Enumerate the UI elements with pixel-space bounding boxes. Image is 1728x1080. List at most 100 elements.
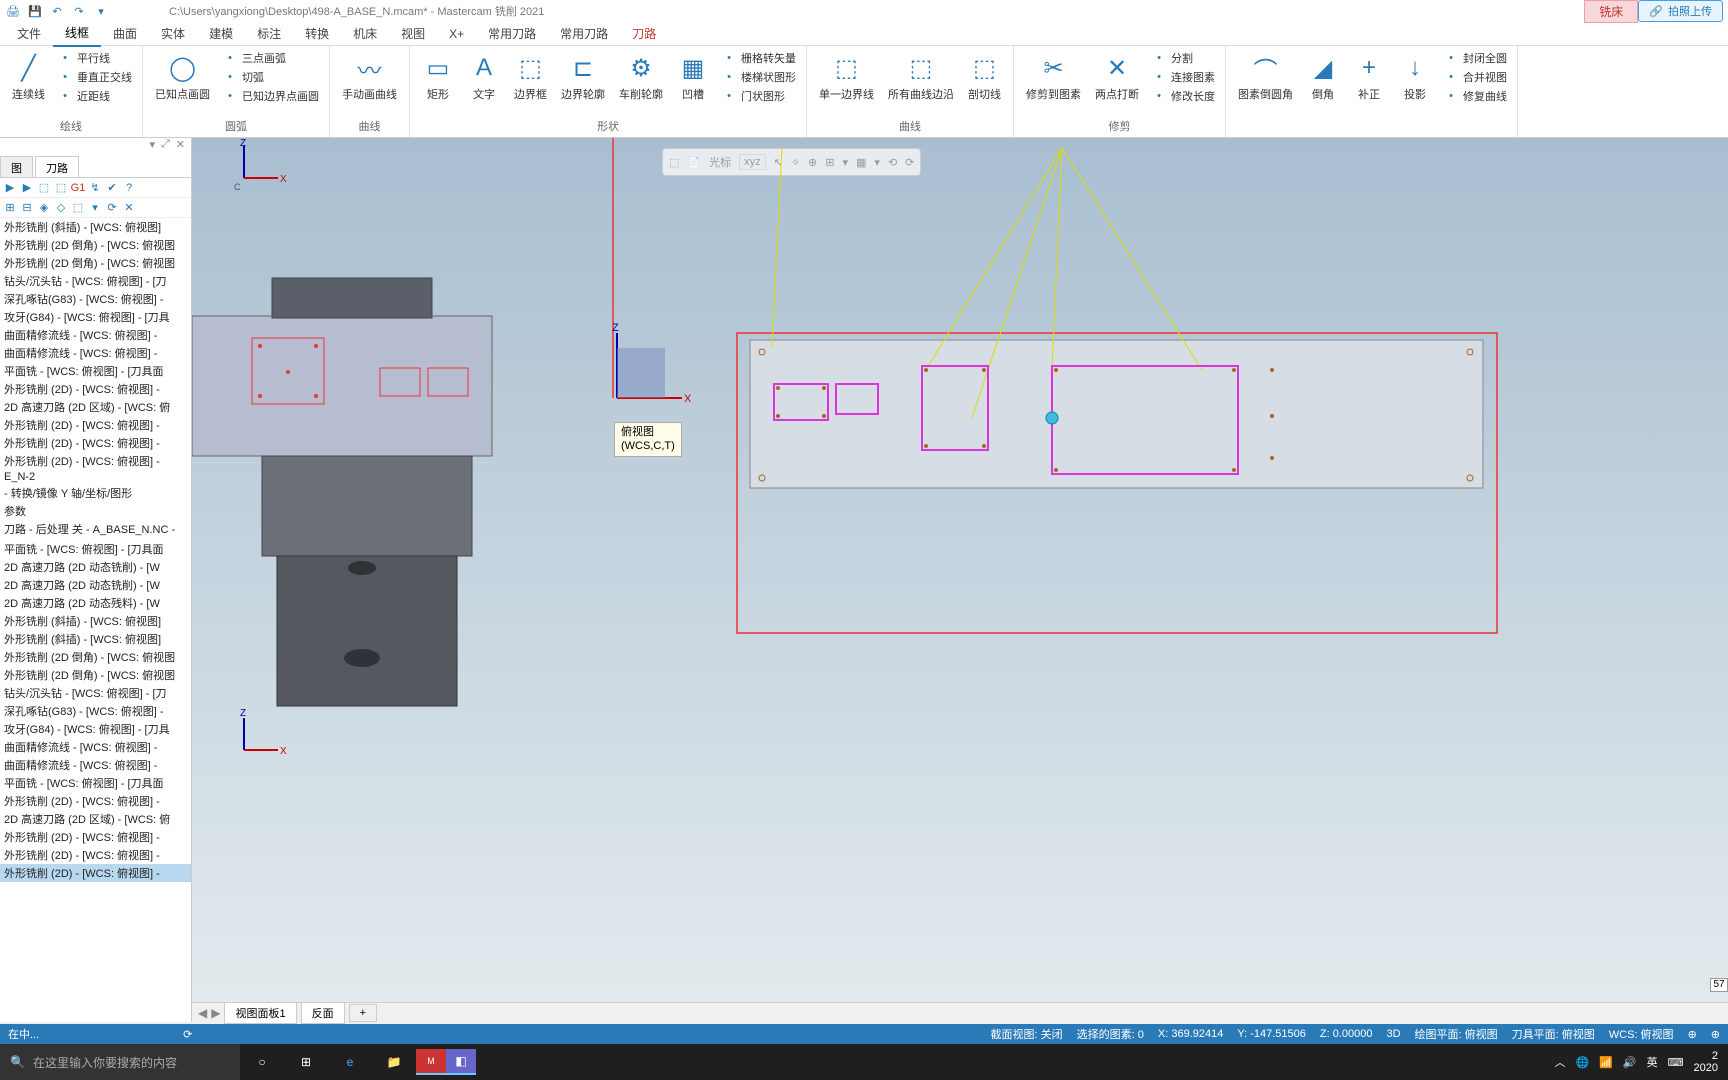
menu-tab-12[interactable]: 刀路 xyxy=(620,21,668,46)
ribbon-small-0-0[interactable]: •平行线 xyxy=(53,49,136,67)
status-section[interactable]: 截面视图: 关闭 xyxy=(991,1026,1063,1042)
tray-sound-icon[interactable]: 🔊 xyxy=(1623,1056,1637,1069)
taskbar-edge-icon[interactable]: e xyxy=(328,1044,372,1080)
pin-icon[interactable]: ⤢ xyxy=(161,138,170,156)
redo-icon[interactable]: ↷ xyxy=(71,3,87,19)
status-wcs[interactable]: WCS: 俯视图 xyxy=(1609,1026,1674,1042)
ribbon-btn-4-1[interactable]: ⬚所有曲线边沿 xyxy=(882,49,960,105)
tb-icon[interactable]: ? xyxy=(122,181,136,195)
operations-list[interactable]: 外形铣削 (斜插) - [WCS: 俯视图] 外形铣削 (2D 倒角) - [WC… xyxy=(0,218,191,1022)
status-tool-plane[interactable]: 刀具平面: 俯视图 xyxy=(1512,1026,1595,1042)
tray-chevron-icon[interactable]: ︿ xyxy=(1555,1054,1566,1070)
status-mode[interactable]: 3D xyxy=(1386,1028,1400,1040)
operation-item[interactable]: 2D 高速刀路 (2D 动态残料) - [W xyxy=(0,594,191,612)
viewport-tab-add[interactable]: + xyxy=(349,1004,377,1022)
operation-item[interactable]: 2D 高速刀路 (2D 动态铣削) - [W xyxy=(0,576,191,594)
ribbon-btn-3-4[interactable]: ⚙车削轮廓 xyxy=(613,49,669,105)
ribbon-btn-6-3[interactable]: ↓投影 xyxy=(1393,49,1437,105)
ribbon-btn-3-2[interactable]: ⬚边界框 xyxy=(508,49,553,105)
operation-item[interactable]: - 转换/镜像 Y 轴/坐标/图形 xyxy=(0,484,191,502)
status-icon[interactable]: ⊕ xyxy=(1688,1028,1697,1041)
panel-tab-toolpath[interactable]: 刀路 xyxy=(35,156,79,177)
tray-network-icon[interactable]: 🌐 xyxy=(1576,1056,1590,1069)
tray-ime[interactable]: 英 xyxy=(1647,1054,1658,1070)
status-icon[interactable]: ⊕ xyxy=(1711,1028,1720,1041)
menu-tab-2[interactable]: 曲面 xyxy=(101,21,149,46)
tb-icon[interactable]: ↯ xyxy=(88,181,102,195)
ribbon-btn-6-2[interactable]: +补正 xyxy=(1347,49,1391,105)
operation-item[interactable]: 参数 xyxy=(0,502,191,520)
operation-item[interactable]: 平面铣 - [WCS: 俯视图] - [刀具面 xyxy=(0,774,191,792)
operation-item[interactable]: 攻牙(G84) - [WCS: 俯视图] - [刀具 xyxy=(0,308,191,326)
ribbon-small-6-2[interactable]: •修复曲线 xyxy=(1439,87,1511,105)
ribbon-small-3-0[interactable]: •栅格转矢量 xyxy=(717,49,800,67)
ribbon-small-5-0[interactable]: •分割 xyxy=(1147,49,1219,67)
operation-item[interactable]: 外形铣削 (斜插) - [WCS: 俯视图] xyxy=(0,218,191,236)
ribbon-btn-5-1[interactable]: ✕两点打断 xyxy=(1089,49,1145,105)
taskbar-mastercam-icon[interactable]: M xyxy=(416,1049,446,1075)
tb-icon[interactable]: ▶ xyxy=(3,181,17,195)
operation-item[interactable]: 曲面精修流线 - [WCS: 俯视图] - xyxy=(0,326,191,344)
taskbar-taskview-icon[interactable]: ⊞ xyxy=(284,1044,328,1080)
operation-item[interactable]: 外形铣削 (2D) - [WCS: 俯视图] - xyxy=(0,434,191,452)
taskbar-app-icon[interactable]: ◧ xyxy=(446,1049,476,1075)
operation-item[interactable]: 刀路 - 后处理 关 - A_BASE_N.NC - xyxy=(0,520,191,538)
tb-icon[interactable]: ✔ xyxy=(105,181,119,195)
dropdown-icon[interactable]: ▾ xyxy=(93,3,109,19)
ribbon-btn-5-0[interactable]: ✂修剪到图素 xyxy=(1020,49,1087,105)
viewport-tab-1[interactable]: 视图面板1 xyxy=(224,1002,296,1024)
menu-tab-7[interactable]: 机床 xyxy=(341,21,389,46)
ribbon-small-0-2[interactable]: •近距线 xyxy=(53,87,136,105)
context-tab-mill[interactable]: 铣床 xyxy=(1584,0,1638,23)
operation-item[interactable]: 外形铣削 (2D) - [WCS: 俯视图] - xyxy=(0,380,191,398)
viewport-tab-2[interactable]: 反面 xyxy=(301,1002,345,1024)
ribbon-small-6-0[interactable]: •封闭全圆 xyxy=(1439,49,1511,67)
system-tray[interactable]: ︿ 🌐 📶 🔊 英 ⌨ 2 2020 xyxy=(1545,1050,1728,1074)
operation-item[interactable]: 深孔啄钻(G83) - [WCS: 俯视图] - xyxy=(0,290,191,308)
tb-icon[interactable]: ⬚ xyxy=(71,201,85,215)
ribbon-small-5-1[interactable]: •连接图素 xyxy=(1147,68,1219,86)
taskbar-explorer-icon[interactable]: 📁 xyxy=(372,1044,416,1080)
operation-item[interactable]: 外形铣削 (2D) - [WCS: 俯视图] - xyxy=(0,828,191,846)
operation-item[interactable]: 钻头/沉头钻 - [WCS: 俯视图] - [刀 xyxy=(0,684,191,702)
ribbon-btn-3-5[interactable]: ▦凹槽 xyxy=(671,49,715,105)
ribbon-small-5-2[interactable]: •修改长度 xyxy=(1147,87,1219,105)
ribbon-btn-3-0[interactable]: ▭矩形 xyxy=(416,49,460,105)
operation-item[interactable]: 深孔啄钻(G83) - [WCS: 俯视图] - xyxy=(0,702,191,720)
menu-tab-9[interactable]: X+ xyxy=(437,23,476,45)
menu-tab-3[interactable]: 实体 xyxy=(149,21,197,46)
tb-icon[interactable]: ⊟ xyxy=(20,201,34,215)
tb-icon[interactable]: ⬚ xyxy=(37,181,51,195)
tb-icon[interactable]: ⬚ xyxy=(54,181,68,195)
operation-item[interactable]: 外形铣削 (2D) - [WCS: 俯视图] - xyxy=(0,452,191,470)
menu-tab-4[interactable]: 建模 xyxy=(197,21,245,46)
ribbon-btn-4-2[interactable]: ⬚剖切线 xyxy=(962,49,1007,105)
taskbar-cortana-icon[interactable]: ○ xyxy=(240,1044,284,1080)
operation-item[interactable]: 外形铣削 (2D) - [WCS: 俯视图] - xyxy=(0,864,191,882)
ribbon-btn-6-1[interactable]: ◢倒角 xyxy=(1301,49,1345,105)
menu-tab-1[interactable]: 线框 xyxy=(53,20,101,47)
tb-icon[interactable]: ◇ xyxy=(54,201,68,215)
tray-wifi-icon[interactable]: 📶 xyxy=(1599,1056,1613,1069)
operation-item[interactable]: 外形铣削 (2D 倒角) - [WCS: 俯视图 xyxy=(0,666,191,684)
operation-item[interactable]: 外形铣削 (2D) - [WCS: 俯视图] - xyxy=(0,846,191,864)
vp-tab-prev-icon[interactable]: ◀ xyxy=(198,1006,207,1020)
ribbon-small-3-1[interactable]: •楼梯状图形 xyxy=(717,68,800,86)
menu-tab-10[interactable]: 常用刀路 xyxy=(476,21,548,46)
print-icon[interactable]: 🖨 xyxy=(5,3,21,19)
pin-close-icon[interactable]: ✕ xyxy=(176,138,185,156)
ribbon-btn-4-0[interactable]: ⬚单一边界线 xyxy=(813,49,880,105)
tb-icon[interactable]: ✕ xyxy=(122,201,136,215)
operation-item[interactable]: 外形铣削 (斜插) - [WCS: 俯视图] xyxy=(0,630,191,648)
operation-item[interactable]: 曲面精修流线 - [WCS: 俯视图] - xyxy=(0,756,191,774)
menu-tab-5[interactable]: 标注 xyxy=(245,21,293,46)
ribbon-btn-0-0[interactable]: ╱连续线 xyxy=(6,49,51,105)
menu-tab-11[interactable]: 常用刀路 xyxy=(548,21,620,46)
ribbon-small-1-0[interactable]: •三点画弧 xyxy=(218,49,323,67)
operation-item[interactable]: 外形铣削 (2D) - [WCS: 俯视图] - xyxy=(0,416,191,434)
operation-item[interactable]: 2D 高速刀路 (2D 动态铣削) - [W xyxy=(0,558,191,576)
operation-item[interactable]: 2D 高速刀路 (2D 区域) - [WCS: 俯 xyxy=(0,810,191,828)
operation-item[interactable]: 曲面精修流线 - [WCS: 俯视图] - xyxy=(0,738,191,756)
operation-item[interactable]: 平面铣 - [WCS: 俯视图] - [刀具面 xyxy=(0,540,191,558)
operation-item[interactable]: 外形铣削 (2D 倒角) - [WCS: 俯视图 xyxy=(0,254,191,272)
